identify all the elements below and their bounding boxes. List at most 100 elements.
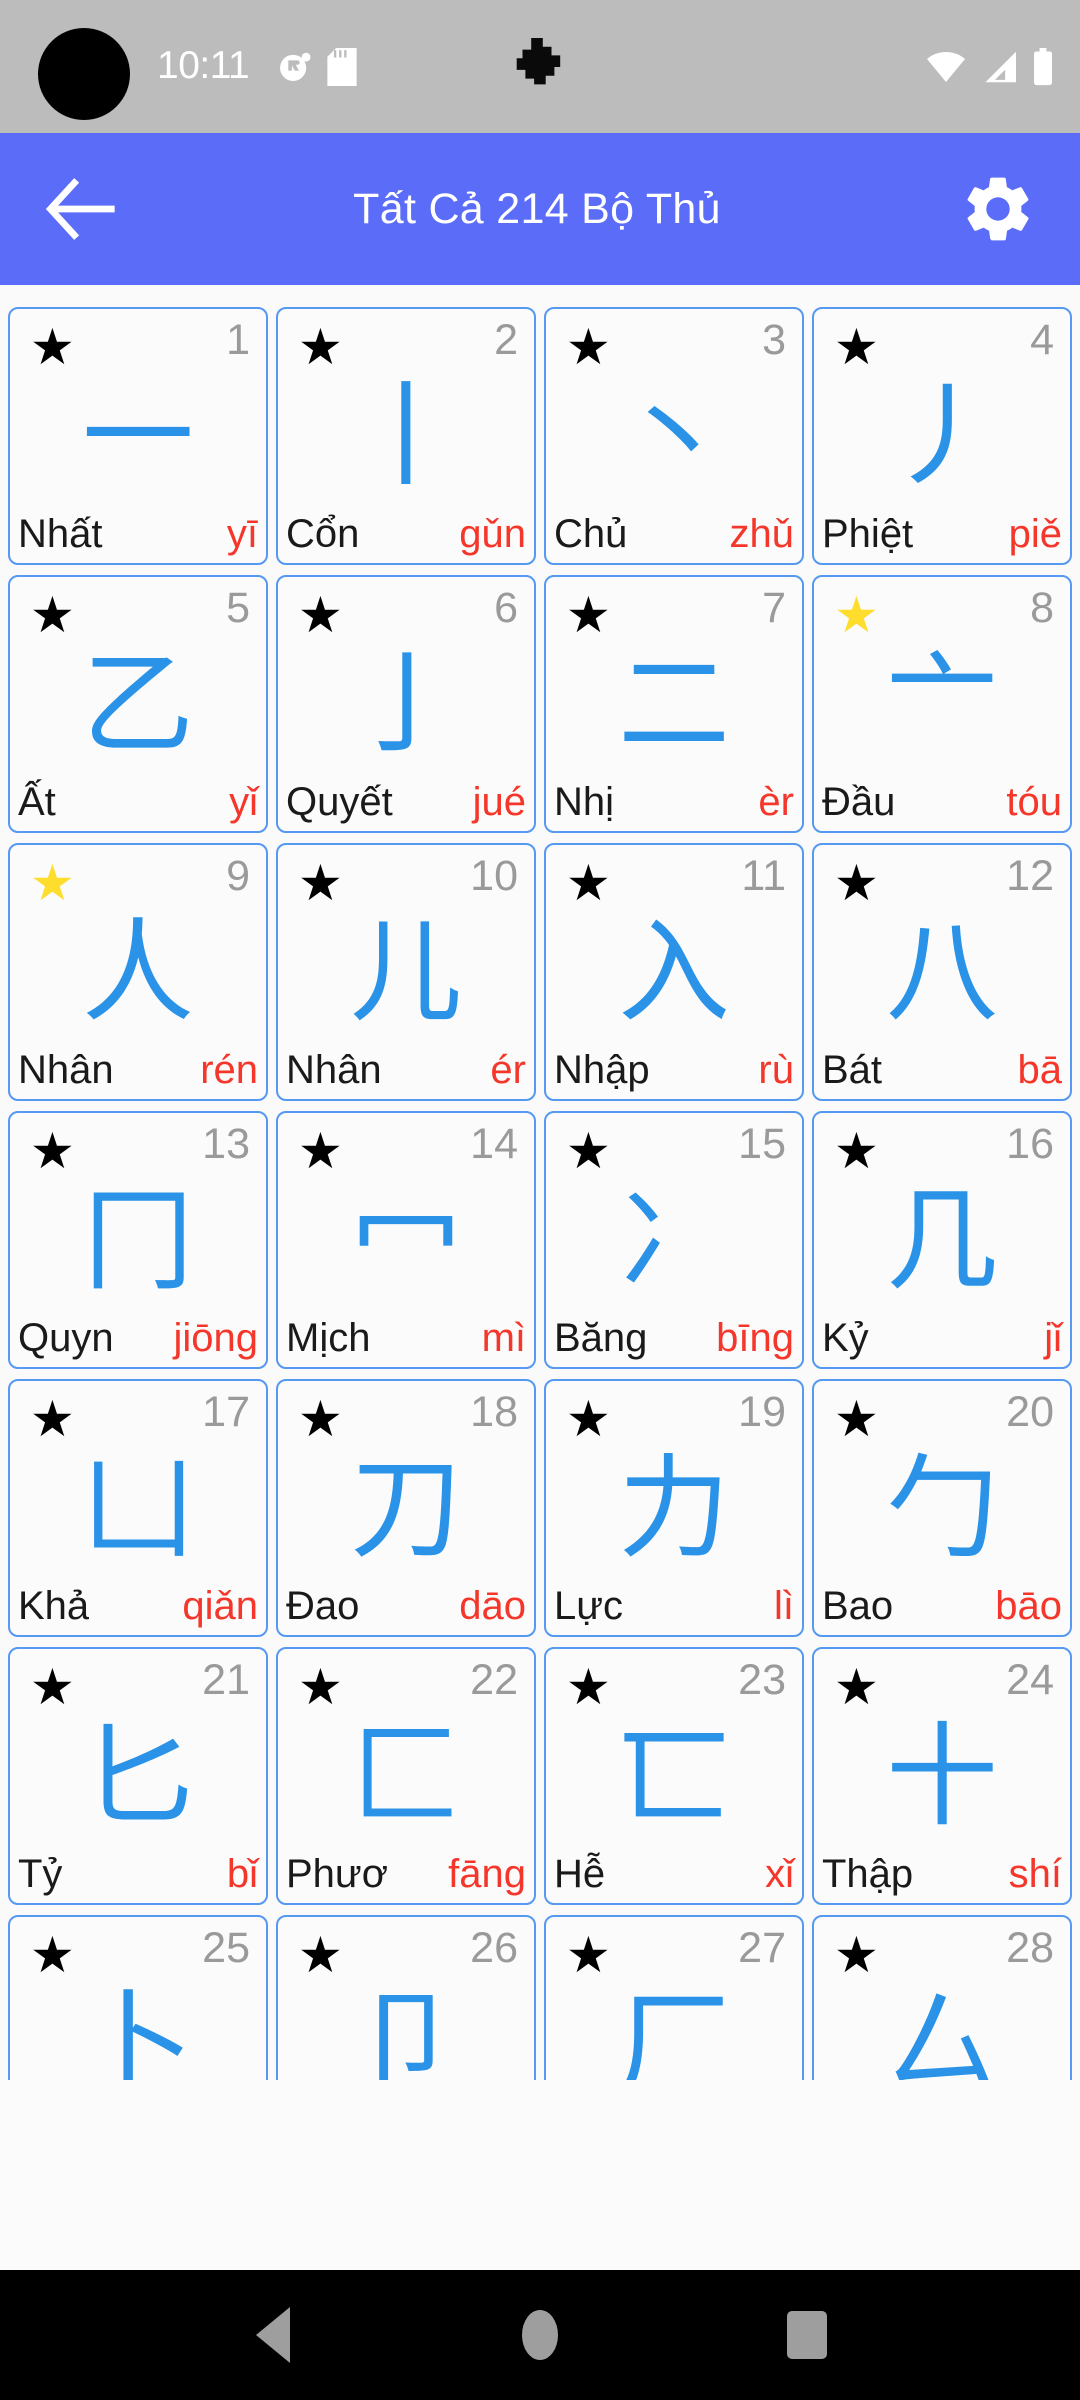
status-bar: 10:11 — [0, 0, 1080, 133]
radical-number: 3 — [762, 316, 786, 364]
radical-grid-scroll-area[interactable]: ★ 1 一 Nhất yī ★ 2 丨 Cổn gǔn ★ 3 丶 Chủ zhǔ ★ 4 丿 Phiệt piě ★ 5… — [0, 285, 1080, 2080]
radical-card[interactable]: ★ 5 乙 Ất yǐ — [8, 575, 268, 833]
star-filled-icon[interactable]: ★ — [834, 1125, 879, 1177]
nav-home-button[interactable] — [480, 2270, 600, 2400]
radical-card-footer: Đầu tóu — [822, 777, 1062, 827]
radical-card[interactable]: ★ 21 匕 Tỷ bǐ — [8, 1647, 268, 1905]
radical-card-footer: Bao bāo — [822, 1581, 1062, 1631]
star-filled-icon[interactable]: ★ — [30, 1661, 75, 1713]
star-filled-icon[interactable]: ★ — [834, 857, 879, 909]
radical-card-footer: Phiệt piě — [822, 509, 1062, 559]
radical-card[interactable]: ★ 10 儿 Nhân ér — [276, 843, 536, 1101]
star-filled-icon[interactable]: ★ — [834, 1661, 879, 1713]
radical-number: 20 — [1006, 1388, 1054, 1436]
radical-glyph: 一 — [82, 372, 194, 502]
star-filled-icon[interactable]: ★ — [30, 321, 75, 373]
radical-card[interactable]: ★ 4 丿 Phiệt piě — [812, 307, 1072, 565]
radical-card[interactable]: ★ 1 一 Nhất yī — [8, 307, 268, 565]
star-filled-icon[interactable]: ★ — [298, 857, 343, 909]
radical-card[interactable]: ★ 23 匸 Hễ xǐ — [544, 1647, 804, 1905]
star-filled-icon[interactable]: ★ — [298, 1393, 343, 1445]
nav-home-circle-icon — [521, 2310, 558, 2360]
star-filled-icon[interactable]: ★ — [30, 1929, 75, 1981]
star-filled-icon[interactable]: ★ — [566, 321, 611, 373]
star-filled-icon[interactable]: ★ — [834, 1929, 879, 1981]
radical-card[interactable]: ★ 28 厶 — [812, 1915, 1072, 2080]
nav-recents-button[interactable] — [747, 2270, 867, 2400]
radical-number: 28 — [1006, 1924, 1054, 1972]
radical-card[interactable]: ★ 20 勹 Bao bāo — [812, 1379, 1072, 1637]
do-not-disturb-icon — [280, 52, 311, 81]
radical-number: 15 — [738, 1120, 786, 1168]
radical-card[interactable]: ★ 16 几 Kỷ jǐ — [812, 1111, 1072, 1369]
radical-card[interactable]: ★ 12 八 Bát bā — [812, 843, 1072, 1101]
back-button[interactable] — [36, 163, 128, 255]
star-filled-icon[interactable]: ★ — [566, 589, 611, 641]
radical-pinyin: bāo — [995, 1584, 1062, 1628]
status-bar-right-icons — [926, 48, 1054, 86]
radical-card[interactable]: ★ 22 匚 Phươ fāng — [276, 1647, 536, 1905]
radical-card[interactable]: ★ 8 亠 Đầu tóu — [812, 575, 1072, 833]
star-filled-icon[interactable]: ★ — [298, 1125, 343, 1177]
star-filled-favorite-icon[interactable]: ★ — [834, 589, 879, 641]
radical-number: 7 — [762, 584, 786, 632]
star-filled-icon[interactable]: ★ — [298, 1929, 343, 1981]
radical-card[interactable]: ★ 19 力 Lực lì — [544, 1379, 804, 1637]
radical-vietnamese-name: Nhị — [554, 780, 615, 824]
radical-card[interactable]: ★ 15 冫 Băng bīng — [544, 1111, 804, 1369]
radical-card-footer: Phươ fāng — [286, 1849, 526, 1899]
radical-pinyin: rén — [200, 1048, 258, 1092]
radical-glyph: 卜 — [82, 1980, 194, 2080]
radical-glyph: 亅 — [350, 640, 462, 770]
star-filled-icon[interactable]: ★ — [298, 589, 343, 641]
star-filled-icon[interactable]: ★ — [30, 589, 75, 641]
radical-vietnamese-name: Hễ — [554, 1852, 606, 1896]
radical-card-footer: Tỷ bǐ — [18, 1849, 258, 1899]
radical-card[interactable]: ★ 24 十 Thập shí — [812, 1647, 1072, 1905]
star-filled-icon[interactable]: ★ — [834, 321, 879, 373]
radical-card[interactable]: ★ 14 冖 Mịch mì — [276, 1111, 536, 1369]
radical-card[interactable]: ★ 6 亅 Quyết jué — [276, 575, 536, 833]
radical-card[interactable]: ★ 3 丶 Chủ zhǔ — [544, 307, 804, 565]
radical-card[interactable]: ★ 13 冂 Quyn jiōng — [8, 1111, 268, 1369]
star-filled-icon[interactable]: ★ — [566, 857, 611, 909]
radical-card[interactable]: ★ 11 入 Nhập rù — [544, 843, 804, 1101]
radical-card-footer: Quyn jiōng — [18, 1313, 258, 1363]
star-filled-icon[interactable]: ★ — [298, 321, 343, 373]
radical-card[interactable]: ★ 18 刀 Đao dāo — [276, 1379, 536, 1637]
radical-card[interactable]: ★ 26 卩 — [276, 1915, 536, 2080]
star-filled-icon[interactable]: ★ — [566, 1929, 611, 1981]
star-filled-favorite-icon[interactable]: ★ — [30, 857, 75, 909]
radical-card-footer: Băng bīng — [554, 1313, 794, 1363]
radical-card-footer: Thập shí — [822, 1849, 1062, 1899]
radical-pinyin: xǐ — [765, 1852, 794, 1896]
radical-pinyin: jiōng — [173, 1316, 258, 1360]
star-filled-icon[interactable]: ★ — [566, 1125, 611, 1177]
radical-card[interactable]: ★ 2 丨 Cổn gǔn — [276, 307, 536, 565]
radical-number: 12 — [1006, 852, 1054, 900]
star-filled-icon[interactable]: ★ — [30, 1125, 75, 1177]
radical-card-footer: Ất yǐ — [18, 777, 258, 827]
radical-vietnamese-name: Quyn — [18, 1316, 114, 1360]
radical-vietnamese-name: Nhập — [554, 1048, 650, 1092]
radical-card[interactable]: ★ 27 厂 — [544, 1915, 804, 2080]
radical-glyph: 二 — [618, 640, 730, 770]
settings-button[interactable] — [952, 163, 1044, 255]
sd-card-icon — [327, 48, 357, 86]
star-filled-icon[interactable]: ★ — [566, 1661, 611, 1713]
star-filled-icon[interactable]: ★ — [566, 1393, 611, 1445]
radical-card-footer: Hễ xǐ — [554, 1849, 794, 1899]
radical-pinyin: qiǎn — [182, 1584, 258, 1628]
star-filled-icon[interactable]: ★ — [834, 1393, 879, 1445]
star-filled-icon[interactable]: ★ — [298, 1661, 343, 1713]
radical-card[interactable]: ★ 17 凵 Khả qiǎn — [8, 1379, 268, 1637]
radical-pinyin: jué — [472, 780, 526, 824]
radical-card[interactable]: ★ 7 二 Nhị èr — [544, 575, 804, 833]
radical-card[interactable]: ★ 9 人 Nhân rén — [8, 843, 268, 1101]
star-filled-icon[interactable]: ★ — [30, 1393, 75, 1445]
radical-glyph: 勹 — [886, 1444, 998, 1574]
nav-back-button[interactable] — [213, 2270, 333, 2400]
radical-vietnamese-name: Quyết — [286, 780, 393, 824]
radical-card[interactable]: ★ 25 卜 — [8, 1915, 268, 2080]
radical-glyph: 丶 — [618, 372, 730, 502]
